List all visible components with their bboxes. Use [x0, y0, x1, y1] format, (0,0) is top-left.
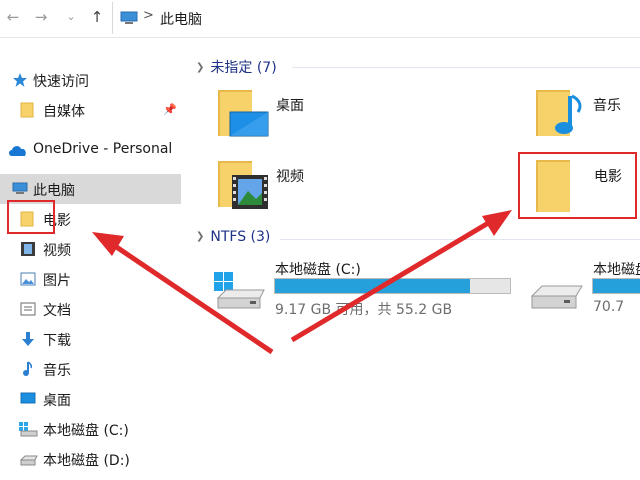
annotation-arrow-right — [290, 210, 512, 343]
annotation-arrows — [92, 210, 512, 355]
annotation-arrow-left — [92, 232, 274, 355]
